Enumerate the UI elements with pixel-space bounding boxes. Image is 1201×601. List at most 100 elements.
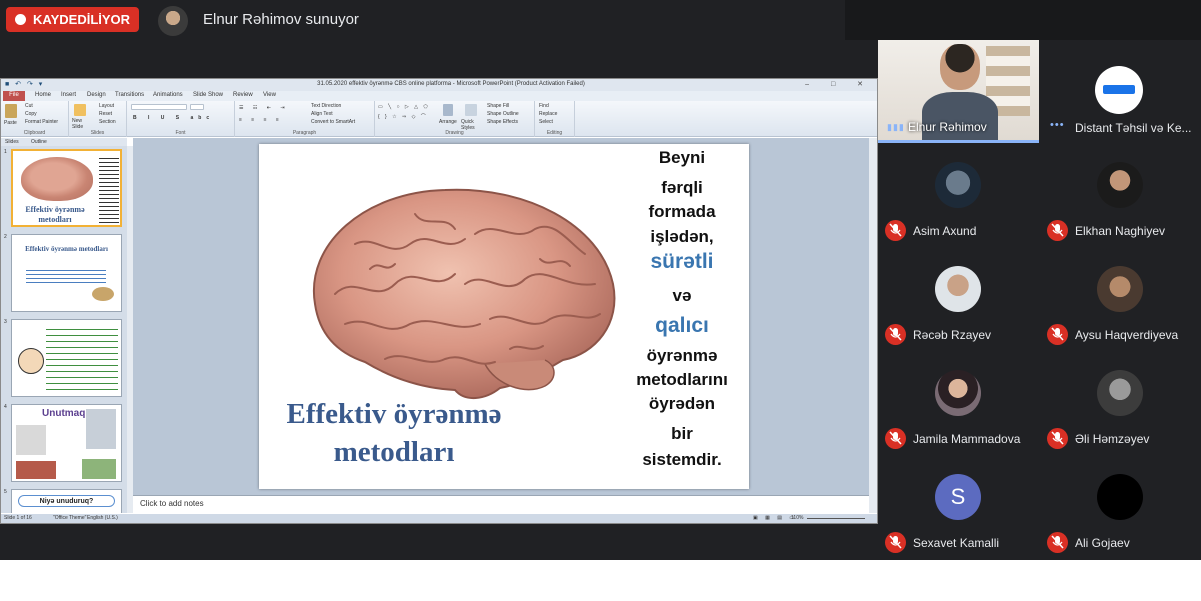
slide-thumbnail-4[interactable]: Unutmaq <box>11 404 122 482</box>
ribbon-group-label: Font <box>175 130 186 136</box>
participant-tile-distant[interactable]: ••• Distant Təhsil və Ke... <box>1040 40 1201 144</box>
new-slide-button[interactable]: New Slide <box>72 118 90 130</box>
ribbon-group-label: Drawing <box>445 130 464 136</box>
reset-button[interactable]: Reset <box>99 111 112 117</box>
paste-button[interactable]: Paste <box>4 120 17 126</box>
tab-slides[interactable]: Slides <box>5 139 19 145</box>
slide-thumbnail-5[interactable]: Niyə unuduruq? <box>11 489 122 513</box>
ribbon-group-label: Editing <box>546 130 563 136</box>
tab-review[interactable]: Review <box>233 92 253 98</box>
avatar-initial: S <box>935 474 981 520</box>
slide-text-word: metodlarını <box>636 370 728 389</box>
participant-tile[interactable]: Elkhan Naghiyev <box>1040 144 1201 248</box>
slide-text-word: Beyni <box>658 148 706 167</box>
tab-animations[interactable]: Animations <box>153 92 183 98</box>
arrange-icon[interactable] <box>443 104 453 116</box>
align-text-button[interactable]: Align Text <box>311 111 333 117</box>
tab-file[interactable]: File <box>3 91 25 101</box>
section-button[interactable]: Section <box>99 119 116 125</box>
ppt-status-bar: Slide 1 of 16 "Office Theme" English (U.… <box>1 514 877 523</box>
shape-fill-button[interactable]: Shape Fill <box>487 103 509 109</box>
screen: { "meeting": { "recording_label": "KAYDE… <box>0 0 1201 601</box>
window-controls[interactable]: – □ ✕ <box>805 80 873 88</box>
alignment-icons[interactable]: ≡ ≡ ≡ ≡ <box>239 117 283 123</box>
slide-text-word-highlight: sürətli <box>650 250 714 273</box>
select-button[interactable]: Select <box>539 119 553 125</box>
tab-design[interactable]: Design <box>87 92 106 98</box>
tab-outline[interactable]: Outline <box>31 139 47 145</box>
active-speaker-border <box>878 140 1039 143</box>
copy-button[interactable]: Copy <box>25 111 37 117</box>
paste-icon[interactable] <box>5 104 17 118</box>
convert-smartart-button[interactable]: Convert to SmartArt <box>311 119 355 125</box>
ribbon-group-editing: Find Replace Select Editing <box>535 101 575 137</box>
slide-scrollbar[interactable] <box>869 138 877 513</box>
slide-text-word: işlədən, <box>650 227 714 246</box>
quick-access-toolbar[interactable]: ■ ↶ ↷ ▾ <box>5 80 44 88</box>
shapes-gallery-icons-row2[interactable]: { } ☆ ⇒ ◇ ⌒ <box>378 113 428 120</box>
ribbon-group-paragraph: ☰ ☷ ⇤ ⇥ ≡ ≡ ≡ ≡ Text Direction Align Tex… <box>235 101 375 137</box>
participant-tile-main[interactable]: ▮▮▮ Elnur Rəhimov <box>878 40 1039 144</box>
tab-slide-show[interactable]: Slide Show <box>193 92 223 98</box>
new-slide-icon[interactable] <box>74 104 86 116</box>
zoom-slider[interactable] <box>807 518 865 519</box>
slide-title-line-2: metodları <box>333 436 455 468</box>
format-painter-button[interactable]: Format Painter <box>25 119 58 125</box>
mic-off-icon <box>1047 428 1068 449</box>
ribbon-group-slides: New Slide Layout Reset Section Slides <box>69 101 127 137</box>
record-dot-icon <box>15 14 26 25</box>
tab-insert[interactable]: Insert <box>61 92 76 98</box>
thumbnail-number: 2 <box>4 234 7 240</box>
participant-tile[interactable]: S Sexavet Kamalli <box>878 456 1039 560</box>
find-button[interactable]: Find <box>539 103 549 109</box>
tab-view[interactable]: View <box>263 92 276 98</box>
notes-pane[interactable]: Click to add notes <box>133 495 869 513</box>
layout-button[interactable]: Layout <box>99 103 114 109</box>
tab-transitions[interactable]: Transitions <box>115 92 144 98</box>
ribbon: Paste Cut Copy Format Painter Clipboard … <box>1 101 877 137</box>
shape-outline-button[interactable]: Shape Outline <box>487 111 519 117</box>
participant-tile[interactable]: Rəcəb Rzayev <box>878 248 1039 352</box>
brain-image <box>312 188 616 399</box>
thumbnail-text-lines <box>99 155 119 223</box>
avatar <box>935 370 981 416</box>
participant-tile[interactable]: Aysu Haqverdiyeva <box>1040 248 1201 352</box>
replace-button[interactable]: Replace <box>539 111 557 117</box>
ppt-title-bar: ■ ↶ ↷ ▾ 31.05.2020 effektiv öyrənmə CBS … <box>1 79 877 91</box>
paragraph-list-icons[interactable]: ☰ ☷ ⇤ ⇥ <box>239 105 289 111</box>
mic-off-icon <box>885 324 906 345</box>
slide-thumbnail-2[interactable]: Effektiv öyrənmə metodları <box>11 234 122 312</box>
font-format-icons[interactable]: B I U S abc <box>133 115 214 121</box>
presenter-avatar <box>158 6 188 36</box>
avatar <box>1097 474 1143 520</box>
font-size-box[interactable] <box>190 104 204 110</box>
ribbon-tabs: File Home Insert Design Transitions Anim… <box>1 91 877 101</box>
arrange-button[interactable]: Arrange <box>439 119 457 125</box>
mic-off-icon <box>885 532 906 553</box>
thumbnail-title: Unutmaq <box>42 408 86 419</box>
quick-styles-icon[interactable] <box>465 104 477 116</box>
tab-home[interactable]: Home <box>35 92 51 98</box>
participant-tile[interactable]: Ali Gojaev <box>1040 456 1201 560</box>
participant-tile[interactable]: Əli Həmzəyev <box>1040 352 1201 456</box>
slide-text-word: formada <box>648 202 716 221</box>
camera-feed: ▮▮▮ Elnur Rəhimov <box>878 40 1039 142</box>
more-options-icon[interactable]: ••• <box>1050 119 1065 131</box>
slide-text-word: sistemdir. <box>642 450 722 469</box>
ribbon-group-drawing: ▭ ╲ ○ ▷ △ ⬠ { } ☆ ⇒ ◇ ⌒ Arrange Quick St… <box>375 101 535 137</box>
text-direction-button[interactable]: Text Direction <box>311 103 341 109</box>
slide-thumbnail-3[interactable] <box>11 319 122 397</box>
participant-tile[interactable]: Asim Axund <box>878 144 1039 248</box>
shapes-gallery-icons[interactable]: ▭ ╲ ○ ▷ △ ⬠ <box>378 104 430 110</box>
slide-counter: Slide 1 of 16 <box>4 515 32 521</box>
slide-pane-tabs: Slides Outline <box>1 138 127 146</box>
font-name-box[interactable] <box>131 104 187 110</box>
thumbnail-title: Effektiv öyrənmə metodları <box>25 245 108 253</box>
cut-button[interactable]: Cut <box>25 103 33 109</box>
shape-effects-button[interactable]: Shape Effects <box>487 119 518 125</box>
slide-text-word: öyrədən <box>648 394 716 413</box>
logo-icon <box>1103 85 1135 94</box>
thumbnail-image <box>82 459 116 479</box>
slide-thumbnail-1[interactable]: Effektiv öyrənmə metodları <box>11 149 122 227</box>
participant-tile[interactable]: Jamila Mammadova <box>878 352 1039 456</box>
